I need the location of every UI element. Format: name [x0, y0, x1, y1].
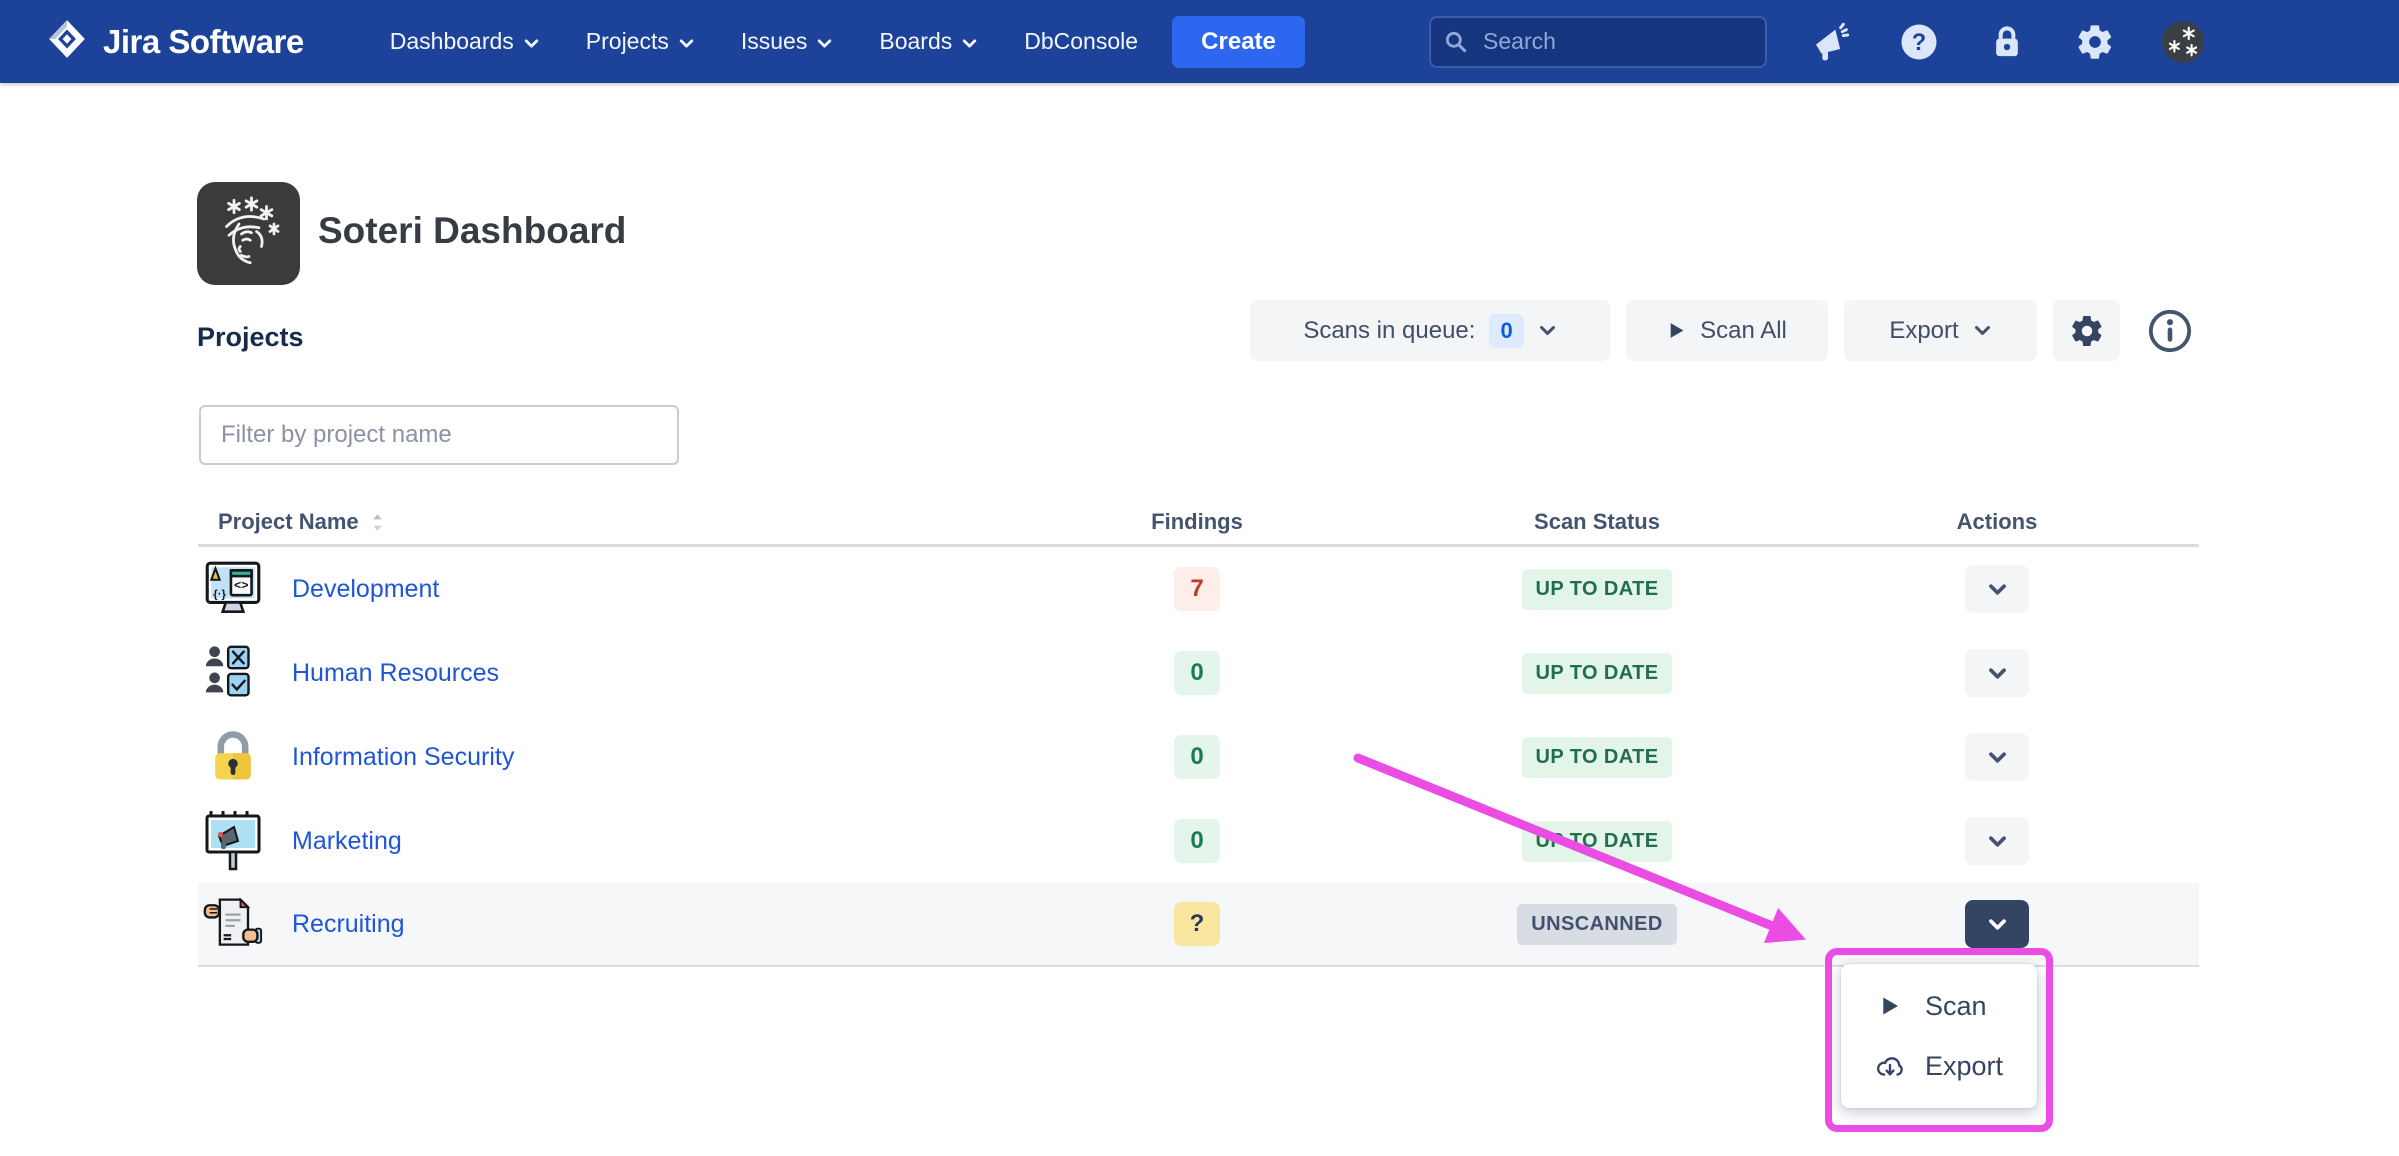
soteri-dashboard-page: Jira Software Dashboards Projects Issues…: [0, 0, 2399, 1156]
information-security-project-icon: [200, 724, 266, 790]
help-icon[interactable]: ?: [1897, 20, 1941, 64]
scan-status-badge: UNSCANNED: [1517, 904, 1676, 945]
projects-table: Project Name Findings Scan Status Action…: [198, 500, 2199, 967]
column-header-scan-status: Scan Status: [1347, 509, 1847, 535]
export-button[interactable]: Export: [1844, 300, 2037, 361]
chevron-down-icon: [678, 35, 695, 52]
sort-icon: [371, 512, 384, 533]
create-button[interactable]: Create: [1172, 16, 1305, 68]
nav-search: [1429, 16, 1767, 68]
chevron-down-icon: [523, 35, 540, 52]
findings-badge: 7: [1174, 567, 1220, 611]
nav-item-dbconsole[interactable]: DbConsole: [1024, 28, 1138, 55]
project-link[interactable]: Marketing: [292, 827, 402, 856]
play-icon: [1667, 321, 1686, 340]
human-resources-project-icon: [200, 640, 266, 706]
nav-icon-group: ?: [1809, 20, 2205, 64]
row-actions-button[interactable]: [1965, 733, 2029, 781]
findings-badge: ?: [1174, 902, 1220, 946]
chevron-down-icon: [816, 35, 833, 52]
column-header-findings: Findings: [1047, 509, 1347, 535]
project-filter-input[interactable]: [199, 405, 679, 465]
scan-toolbar: Scans in queue: 0 Scan All Export: [1250, 300, 2194, 361]
jira-brand[interactable]: Jira Software: [46, 18, 304, 65]
chevron-down-icon: [1987, 579, 2008, 600]
megaphone-icon[interactable]: [1809, 20, 1853, 64]
menu-item-export[interactable]: Export: [1841, 1036, 2037, 1096]
page-title: Soteri Dashboard: [318, 210, 626, 252]
marketing-project-icon: [200, 808, 266, 874]
row-actions-button[interactable]: [1965, 900, 2029, 948]
project-link[interactable]: Information Security: [292, 743, 514, 772]
scan-status-badge: UP TO DATE: [1522, 653, 1673, 694]
chevron-down-icon: [1987, 747, 2008, 768]
jira-logo-icon: [46, 18, 88, 65]
chevron-down-icon: [961, 35, 978, 52]
row-actions-button[interactable]: [1965, 649, 2029, 697]
table-row: Human Resources 0 UP TO DATE: [198, 631, 2199, 715]
table-row: Marketing 0 UP TO DATE: [198, 799, 2199, 883]
findings-badge: 0: [1174, 819, 1220, 863]
top-nav: Jira Software Dashboards Projects Issues…: [0, 0, 2399, 83]
table-row: <> {·} Development 7 UP TO DATE: [198, 547, 2199, 631]
row-actions-menu: Scan Export: [1841, 964, 2037, 1108]
search-icon: [1443, 29, 1469, 60]
svg-text:?: ?: [1912, 30, 1926, 56]
scans-in-queue-button[interactable]: Scans in queue: 0: [1250, 300, 1610, 361]
svg-text:{·}: {·}: [213, 588, 226, 600]
findings-badge: 0: [1174, 651, 1220, 695]
settings-button[interactable]: [2053, 300, 2120, 361]
row-actions-button[interactable]: [1965, 817, 2029, 865]
project-link[interactable]: Recruiting: [292, 910, 405, 939]
scan-status-badge: UP TO DATE: [1522, 737, 1673, 778]
play-icon: [1875, 995, 1905, 1017]
table-row: Information Security 0 UP TO DATE: [198, 715, 2199, 799]
gear-icon: [2069, 313, 2105, 349]
projects-heading: Projects: [197, 322, 304, 353]
scan-status-badge: UP TO DATE: [1522, 569, 1673, 610]
chevron-down-icon: [1987, 914, 2008, 935]
nav-item-boards[interactable]: Boards: [879, 28, 978, 55]
nav-item-dashboards[interactable]: Dashboards: [390, 28, 540, 55]
info-icon[interactable]: [2146, 307, 2194, 355]
cloud-download-icon: [1875, 1053, 1905, 1080]
search-input[interactable]: [1429, 16, 1767, 68]
project-link[interactable]: Human Resources: [292, 659, 499, 688]
scans-in-queue-label: Scans in queue:: [1303, 317, 1475, 345]
nav-item-projects[interactable]: Projects: [586, 28, 695, 55]
project-link[interactable]: Development: [292, 575, 439, 604]
queue-count-badge: 0: [1489, 314, 1523, 348]
menu-item-scan[interactable]: Scan: [1841, 976, 2037, 1036]
scan-status-badge: UP TO DATE: [1522, 821, 1673, 862]
chevron-down-icon: [1987, 663, 2008, 684]
brand-name: Jira Software: [103, 23, 304, 61]
nav-item-issues[interactable]: Issues: [741, 28, 833, 55]
soteri-logo: [197, 182, 300, 285]
svg-text:<>: <>: [234, 578, 248, 592]
lock-icon[interactable]: [1985, 20, 2029, 64]
findings-badge: 0: [1174, 735, 1220, 779]
column-header-actions: Actions: [1847, 509, 2147, 535]
scan-all-button[interactable]: Scan All: [1626, 300, 1828, 361]
chevron-down-icon: [1973, 321, 1992, 340]
avatar[interactable]: [2161, 20, 2205, 64]
chevron-down-icon: [1987, 831, 2008, 852]
recruiting-project-icon: [200, 891, 266, 957]
row-actions-button[interactable]: [1965, 565, 2029, 613]
development-project-icon: <> {·}: [200, 556, 266, 622]
table-row: Recruiting ? UNSCANNED: [198, 883, 2199, 967]
column-header-project-name[interactable]: Project Name: [198, 509, 1047, 535]
chevron-down-icon: [1538, 321, 1557, 340]
gear-icon[interactable]: [2073, 20, 2117, 64]
nav-menu: Dashboards Projects Issues Boards DbCons…: [390, 28, 1138, 55]
table-header-row: Project Name Findings Scan Status Action…: [198, 500, 2199, 547]
